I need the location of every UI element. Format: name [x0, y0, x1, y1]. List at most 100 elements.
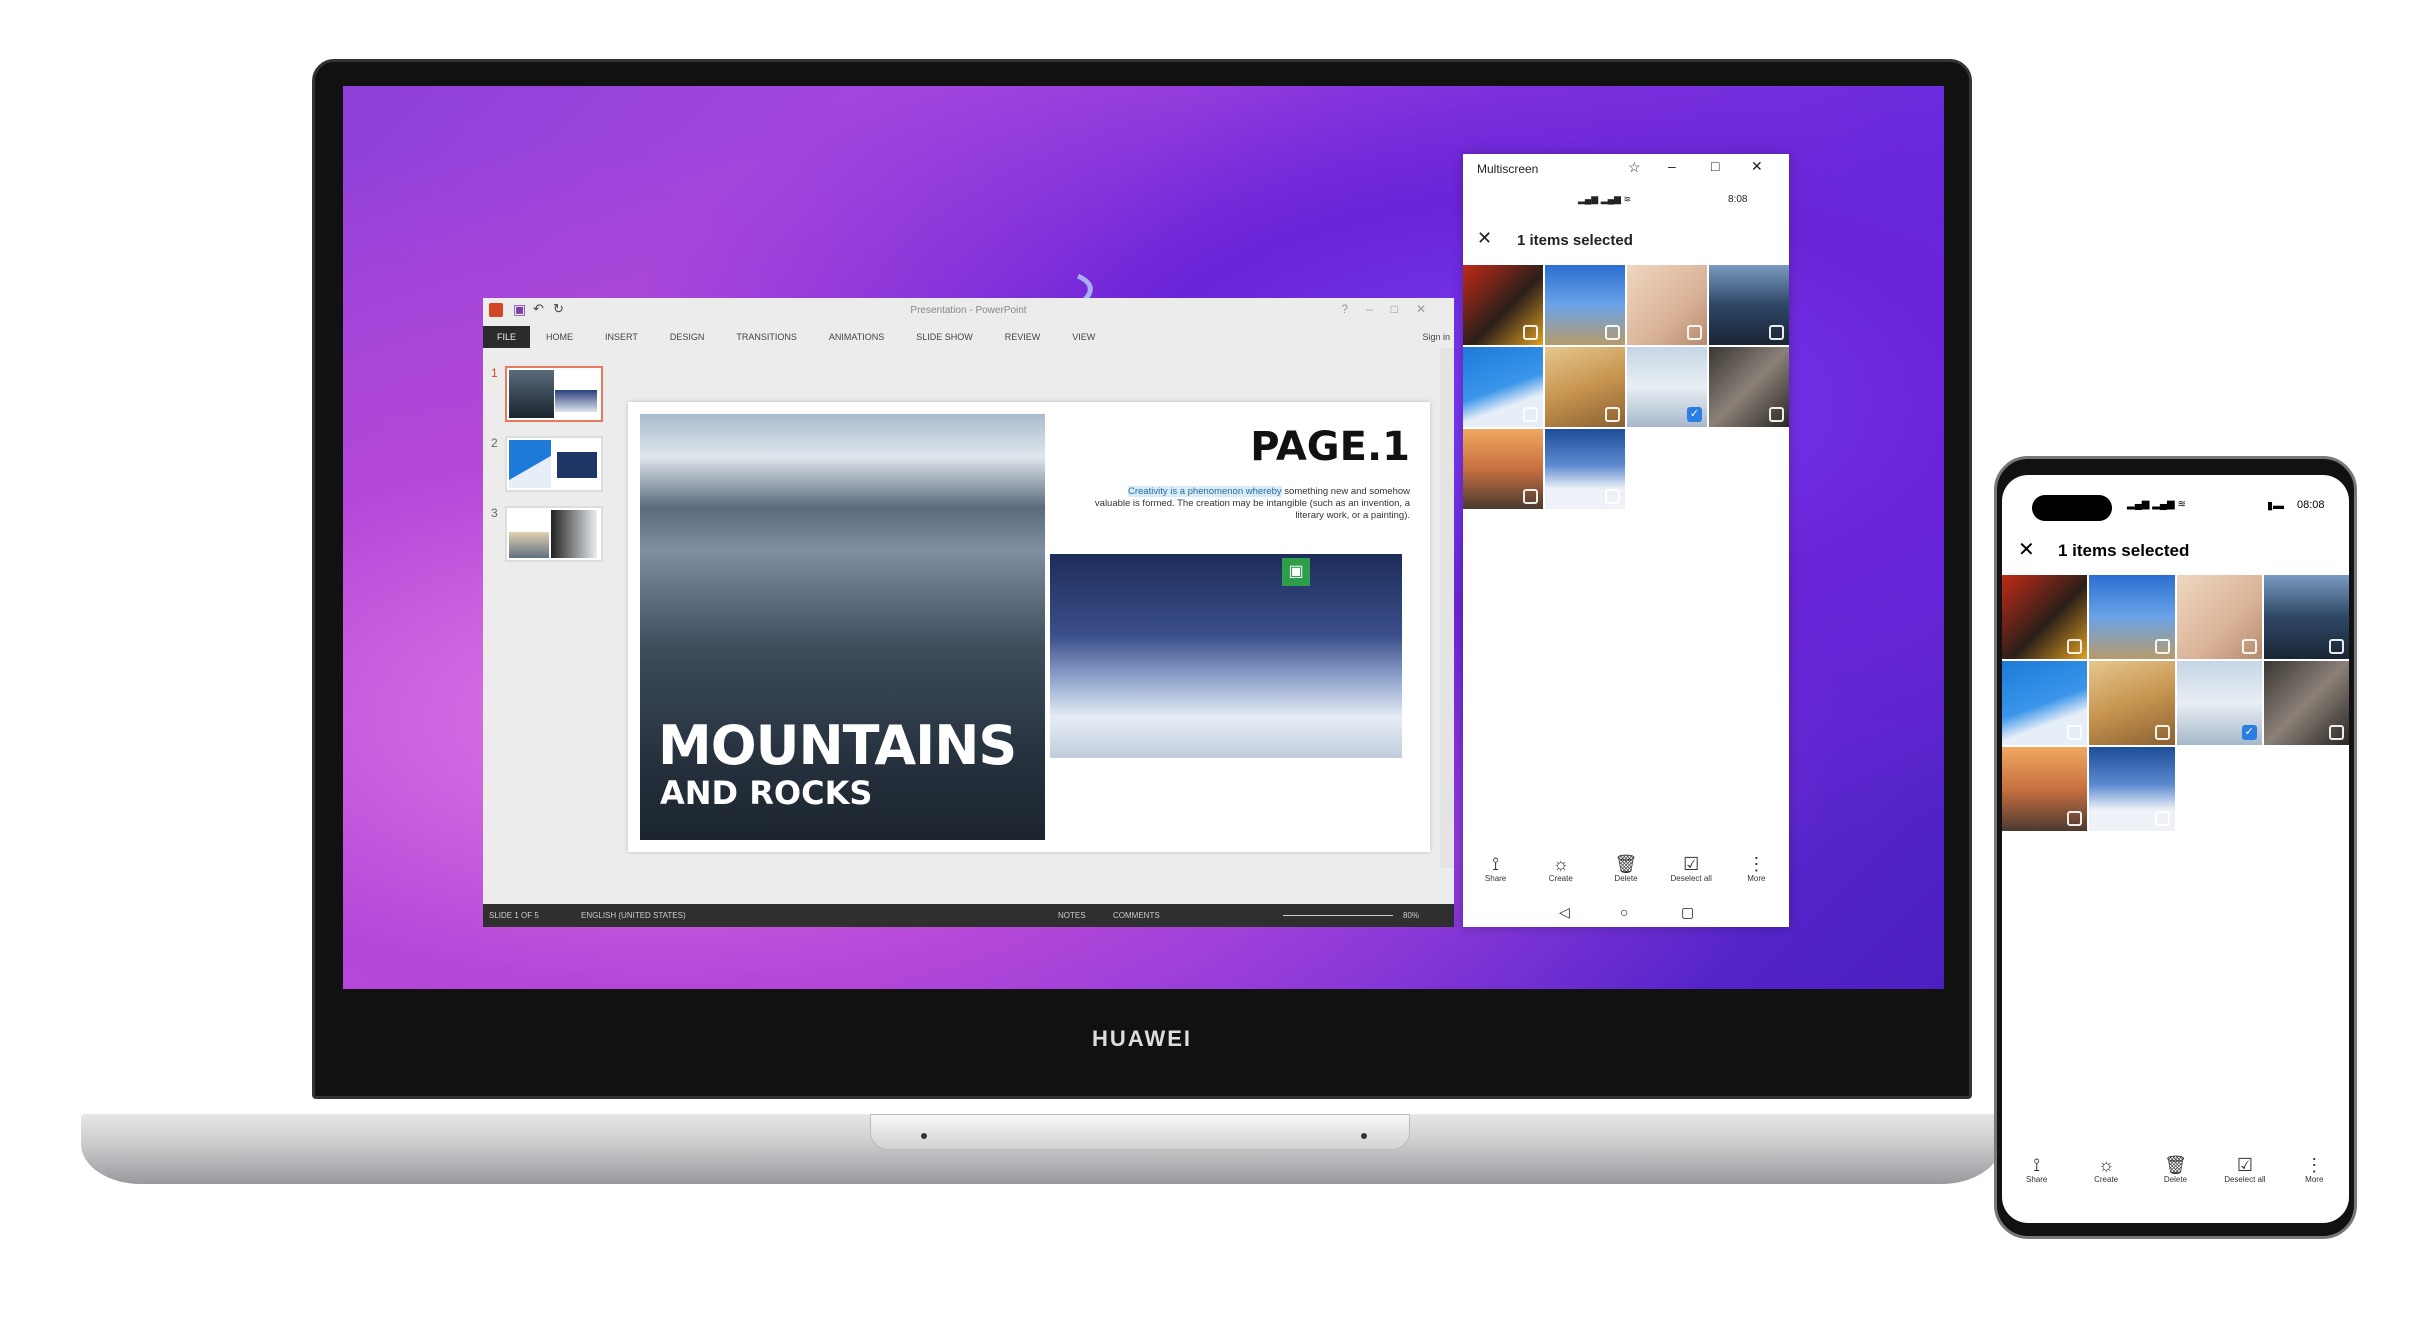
checkbox-checked-icon[interactable]: ✓	[1687, 407, 1702, 422]
share-button[interactable]: ⟟ Share	[2002, 1155, 2071, 1184]
sign-in-link[interactable]: Sign in	[1422, 332, 1454, 342]
photo-thumbnail[interactable]	[1463, 347, 1543, 427]
image-icon: ▣	[1282, 558, 1310, 586]
checkbox-icon[interactable]	[1769, 407, 1784, 422]
vertical-scrollbar[interactable]	[1440, 348, 1454, 868]
photo-thumbnail[interactable]	[2176, 575, 2262, 659]
photo-thumbnail[interactable]	[2002, 661, 2088, 745]
action-label: More	[1747, 874, 1766, 883]
action-label: More	[2305, 1175, 2324, 1184]
tab-insert[interactable]: INSERT	[589, 326, 654, 348]
more-icon: ⋮	[2305, 1155, 2324, 1175]
deselect-all-button[interactable]: ☑ Deselect all	[1659, 854, 1724, 883]
action-label: Create	[2094, 1175, 2119, 1184]
photo-thumbnail[interactable]	[1545, 265, 1625, 345]
zoom-slider[interactable]	[1283, 915, 1393, 916]
mountain-photo: MOUNTAINS AND ROCKS	[640, 414, 1045, 840]
close-icon[interactable]: ✕	[1751, 158, 1763, 175]
checkbox-icon[interactable]	[2154, 725, 2170, 740]
photo-thumbnail[interactable]: ✓	[1627, 347, 1707, 427]
deselect-all-button[interactable]: ☑ Deselect all	[2210, 1155, 2279, 1184]
pin-icon[interactable]: ☆	[1628, 159, 1641, 176]
checkbox-icon[interactable]	[2241, 639, 2257, 654]
slide-thumbnail-1[interactable]	[505, 366, 603, 422]
photo-thumbnail[interactable]	[1709, 265, 1789, 345]
checkbox-icon[interactable]	[1687, 325, 1702, 340]
checkbox-icon[interactable]	[1605, 325, 1620, 340]
photo-thumbnail[interactable]	[2002, 747, 2088, 831]
create-icon: ☼	[2097, 1155, 2115, 1175]
share-icon: ⟟	[1492, 854, 1499, 874]
action-label: Deselect all	[1670, 874, 1712, 883]
close-selection-icon[interactable]: ✕	[2018, 537, 2035, 562]
comments-button[interactable]: COMMENTS	[1113, 904, 1160, 927]
checkbox-checked-icon[interactable]: ✓	[2241, 725, 2257, 740]
window-title: Presentation - PowerPoint	[910, 305, 1027, 316]
slide-thumbnail-2[interactable]	[505, 436, 603, 492]
checkbox-icon[interactable]	[2067, 639, 2083, 654]
photo-thumbnail[interactable]	[1627, 265, 1707, 345]
close-selection-icon[interactable]: ✕	[1477, 228, 1492, 249]
share-icon: ⟟	[2033, 1155, 2041, 1175]
more-icon: ⋮	[1747, 854, 1766, 874]
checkbox-icon[interactable]	[1769, 325, 1784, 340]
photo-thumbnail[interactable]	[1545, 347, 1625, 427]
checkbox-icon[interactable]	[1523, 407, 1538, 422]
photo-grid: ✓	[1463, 265, 1789, 509]
tab-review[interactable]: REVIEW	[989, 326, 1057, 348]
checkbox-icon[interactable]	[2154, 811, 2170, 826]
checkbox-icon[interactable]	[2067, 811, 2083, 826]
photo-thumbnail[interactable]	[1463, 429, 1543, 509]
share-button[interactable]: ⟟ Share	[1463, 854, 1528, 883]
recents-nav-icon[interactable]: ▢	[1681, 904, 1694, 921]
multiscreen-window: Multiscreen ☆ – □ ✕ ▂▄▆ ▂▄▆ ≋ 8:08 ✕ 1 i…	[1463, 154, 1789, 927]
tab-animations[interactable]: ANIMATIONS	[813, 326, 900, 348]
more-button[interactable]: ⋮ More	[1724, 854, 1789, 883]
tab-transitions[interactable]: TRANSITIONS	[720, 326, 813, 348]
photo-thumbnail[interactable]	[2002, 575, 2088, 659]
checkbox-icon[interactable]	[1523, 489, 1538, 504]
deselect-all-icon: ☑	[2236, 1155, 2253, 1175]
maximize-icon[interactable]: □	[1711, 158, 1719, 174]
checkbox-icon[interactable]	[2329, 639, 2344, 654]
checkbox-icon[interactable]	[2329, 725, 2344, 740]
checkbox-icon[interactable]	[1523, 325, 1538, 340]
create-button[interactable]: ☼ Create	[2071, 1155, 2140, 1184]
tab-file[interactable]: FILE	[483, 326, 531, 348]
tab-view[interactable]: VIEW	[1056, 326, 1111, 348]
photo-thumbnail[interactable]	[1709, 347, 1789, 427]
checkbox-icon[interactable]	[2067, 725, 2083, 740]
more-button[interactable]: ⋮ More	[2280, 1155, 2349, 1184]
notes-button[interactable]: NOTES	[1058, 904, 1086, 927]
tab-home[interactable]: HOME	[530, 326, 589, 348]
minimize-icon[interactable]: –	[1668, 158, 1676, 174]
slide-body-text: Creativity is a phenomenon whereby somet…	[1090, 486, 1410, 522]
create-icon: ☼	[1552, 854, 1570, 874]
photo-thumbnail[interactable]	[2089, 575, 2175, 659]
checkbox-icon[interactable]	[1605, 407, 1620, 422]
slide-thumbnail-3[interactable]	[505, 506, 603, 562]
back-nav-icon[interactable]: ◁	[1559, 904, 1570, 921]
checkbox-icon[interactable]	[2154, 639, 2170, 654]
slide-thumbnails: 1 2 3	[491, 358, 603, 858]
thumb-number: 1	[491, 366, 498, 380]
slide-canvas[interactable]: MOUNTAINS AND ROCKS PAGE.1 Creativity is…	[628, 402, 1430, 852]
window-controls[interactable]: ?–□✕	[1341, 302, 1444, 316]
selection-header: 1 items selected	[2058, 541, 2190, 560]
ribbon-tabs: FILE HOME INSERT DESIGN TRANSITIONS ANIM…	[483, 326, 1454, 348]
photo-thumbnail[interactable]	[1545, 429, 1625, 509]
photo-thumbnail[interactable]: ✓	[2176, 661, 2262, 745]
photo-thumbnail[interactable]	[2263, 661, 2349, 745]
photo-thumbnail[interactable]	[2089, 747, 2175, 831]
photo-thumbnail[interactable]	[2089, 661, 2175, 745]
photo-thumbnail[interactable]	[2263, 575, 2349, 659]
create-button[interactable]: ☼ Create	[1528, 854, 1593, 883]
photo-thumbnail[interactable]	[1463, 265, 1543, 345]
thumb-number: 2	[491, 436, 498, 450]
tab-design[interactable]: DESIGN	[654, 326, 721, 348]
home-nav-icon[interactable]: ○	[1620, 904, 1628, 920]
delete-button[interactable]: 🗑 Delete	[2141, 1155, 2210, 1184]
tab-slide-show[interactable]: SLIDE SHOW	[900, 326, 989, 348]
checkbox-icon[interactable]	[1605, 489, 1620, 504]
delete-button[interactable]: 🗑 Delete	[1593, 854, 1658, 883]
